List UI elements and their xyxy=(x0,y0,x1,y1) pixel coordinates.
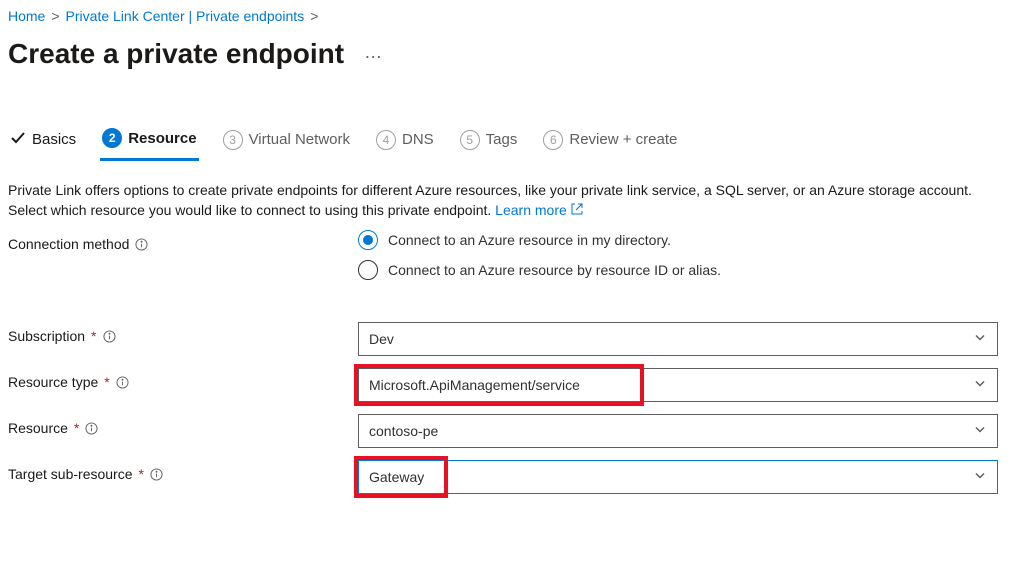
resource-row: Resource * contoso-pe xyxy=(8,408,1013,454)
required-icon: * xyxy=(139,466,144,482)
chevron-down-icon xyxy=(973,423,987,440)
info-icon[interactable] xyxy=(150,468,163,481)
learn-more-link[interactable]: Learn more xyxy=(495,202,582,218)
resource-form: Connection method Connect to an Azure re… xyxy=(8,224,1013,500)
tab-vnet-label: Virtual Network xyxy=(249,131,350,148)
tab-tags-label: Tags xyxy=(486,131,518,148)
step-number: 5 xyxy=(460,130,480,150)
info-icon[interactable] xyxy=(116,376,129,389)
breadcrumb-sep: > xyxy=(310,8,318,24)
chevron-down-icon xyxy=(973,331,987,348)
resource-type-label: Resource type xyxy=(8,374,98,390)
target-sub-resource-label: Target sub-resource xyxy=(8,466,133,482)
tab-description: Private Link offers options to create pr… xyxy=(8,180,1008,220)
step-number: 4 xyxy=(376,130,396,150)
connection-method-label: Connection method xyxy=(8,236,129,252)
subscription-row: Subscription * Dev xyxy=(8,316,1013,362)
target-sub-resource-value: Gateway xyxy=(369,469,424,485)
radio-directory[interactable]: Connect to an Azure resource in my direc… xyxy=(358,230,998,250)
info-icon[interactable] xyxy=(85,422,98,435)
tab-review[interactable]: 6 Review + create xyxy=(541,122,679,160)
breadcrumb-sep: > xyxy=(51,8,59,24)
tab-basics[interactable]: Basics xyxy=(8,122,78,160)
page-title: Create a private endpoint xyxy=(8,32,344,72)
connection-method-row: Connection method Connect to an Azure re… xyxy=(8,224,1013,286)
tab-dns[interactable]: 4 DNS xyxy=(374,122,436,160)
chevron-down-icon xyxy=(973,469,987,486)
resource-select[interactable]: contoso-pe xyxy=(358,414,998,448)
external-link-icon xyxy=(571,203,583,215)
required-icon: * xyxy=(104,374,109,390)
step-number: 2 xyxy=(102,128,122,148)
tab-basics-label: Basics xyxy=(32,131,76,148)
radio-icon xyxy=(358,260,378,280)
step-number: 6 xyxy=(543,130,563,150)
tab-dns-label: DNS xyxy=(402,131,434,148)
resource-type-select[interactable]: Microsoft.ApiManagement/service xyxy=(358,368,998,402)
radio-icon xyxy=(358,230,378,250)
tab-resource-label: Resource xyxy=(128,130,196,147)
tab-review-label: Review + create xyxy=(569,131,677,148)
checkmark-icon xyxy=(10,130,26,150)
target-sub-resource-row: Target sub-resource * Gateway xyxy=(8,454,1013,500)
required-icon: * xyxy=(91,328,96,344)
chevron-down-icon xyxy=(973,377,987,394)
tab-tags[interactable]: 5 Tags xyxy=(458,122,520,160)
resource-type-row: Resource type * Microsoft.ApiManagement/… xyxy=(8,362,1013,408)
wizard-tabs: Basics 2 Resource 3 Virtual Network 4 DN… xyxy=(8,120,1013,162)
required-icon: * xyxy=(74,420,79,436)
breadcrumb-home[interactable]: Home xyxy=(8,8,45,24)
connection-method-radio-group: Connect to an Azure resource in my direc… xyxy=(358,230,998,280)
more-actions-icon[interactable]: … xyxy=(364,42,382,63)
description-text: Private Link offers options to create pr… xyxy=(8,182,972,218)
subscription-value: Dev xyxy=(369,331,394,347)
subscription-label: Subscription xyxy=(8,328,85,344)
step-number: 3 xyxy=(223,130,243,150)
info-icon[interactable] xyxy=(103,330,116,343)
target-sub-resource-select[interactable]: Gateway xyxy=(358,460,998,494)
breadcrumb-center[interactable]: Private Link Center | Private endpoints xyxy=(66,8,305,24)
subscription-select[interactable]: Dev xyxy=(358,322,998,356)
breadcrumb: Home > Private Link Center | Private end… xyxy=(8,4,1013,32)
radio-alias-label: Connect to an Azure resource by resource… xyxy=(388,262,721,278)
resource-value: contoso-pe xyxy=(369,423,438,439)
radio-alias[interactable]: Connect to an Azure resource by resource… xyxy=(358,260,998,280)
tab-virtual-network[interactable]: 3 Virtual Network xyxy=(221,122,352,160)
tab-resource[interactable]: 2 Resource xyxy=(100,120,198,161)
resource-label: Resource xyxy=(8,420,68,436)
info-icon[interactable] xyxy=(135,238,148,251)
resource-type-value: Microsoft.ApiManagement/service xyxy=(369,377,580,393)
radio-directory-label: Connect to an Azure resource in my direc… xyxy=(388,232,671,248)
